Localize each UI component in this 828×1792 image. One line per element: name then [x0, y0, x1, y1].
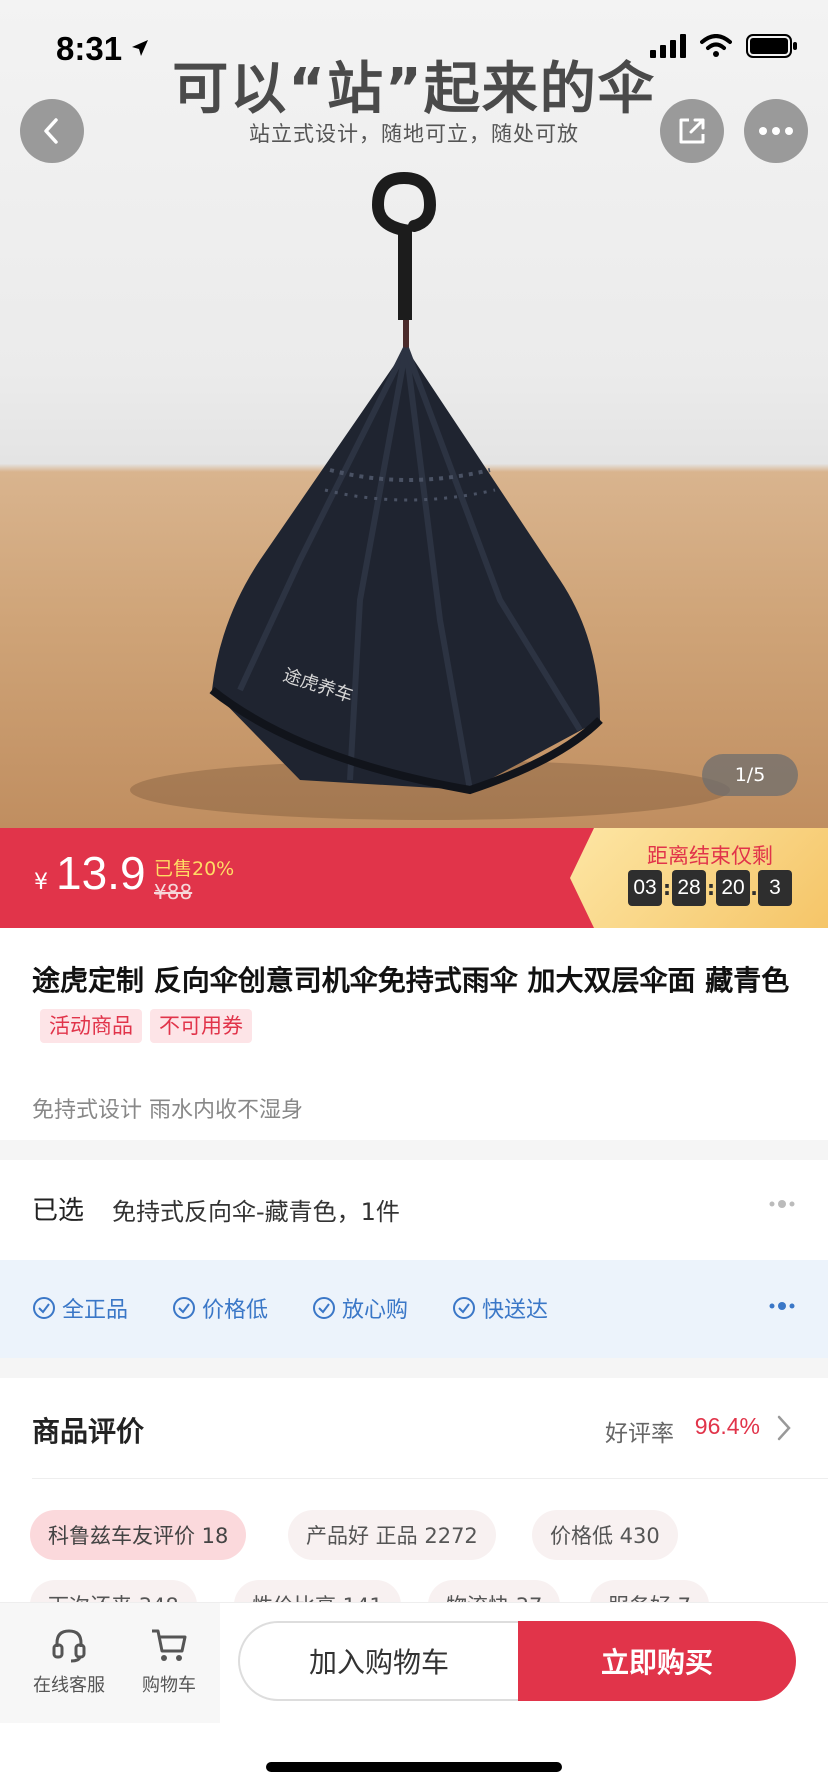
sold-percentage: 已售20%: [154, 858, 235, 880]
cart-label: 购物车: [142, 1675, 196, 1696]
cart-icon: [152, 1629, 187, 1661]
countdown-colon: :: [707, 876, 715, 900]
review-chip[interactable]: 产品好 正品 2272: [288, 1510, 496, 1560]
reviews-header[interactable]: 商品评价 好评率 96.4%: [0, 1378, 828, 1478]
guarantee-low-price: 价格低: [172, 1292, 268, 1324]
guarantee-authentic: 全正品: [32, 1292, 128, 1324]
back-button[interactable]: [20, 99, 84, 163]
countdown-seconds: 20: [716, 870, 750, 906]
countdown-minutes: 28: [672, 870, 706, 906]
product-title-text: 途虎定制 反向伞创意司机伞免持式雨伞 加大双层伞面 藏青色: [32, 964, 790, 997]
guarantee-label: 放心购: [342, 1298, 409, 1323]
image-page-indicator: 1/5: [702, 754, 798, 796]
countdown-hours: 03: [628, 870, 662, 906]
check-circle-icon: [453, 1297, 475, 1319]
more-dots-icon: [769, 1200, 795, 1208]
more-icon: [759, 127, 793, 135]
cart-button[interactable]: 购物车: [124, 1625, 214, 1697]
status-icons: [650, 34, 798, 58]
share-button[interactable]: [660, 99, 724, 163]
guarantee-label: 快送达: [482, 1298, 549, 1323]
signal-icon: [650, 34, 686, 58]
tag-promo: 活动商品: [40, 1009, 142, 1043]
selected-value: 免持式反向伞-藏青色，1件: [112, 1198, 400, 1226]
guarantee-row[interactable]: 全正品 价格低 放心购 快送达: [0, 1260, 828, 1358]
more-dots-icon: [769, 1302, 795, 1310]
positive-rate-label: 好评率: [605, 1421, 674, 1447]
product-title-block: 途虎定制 反向伞创意司机伞免持式雨伞 加大双层伞面 藏青色活动商品 不可用券: [32, 958, 802, 1050]
guarantee-assured: 放心购: [312, 1292, 408, 1324]
check-circle-icon: [313, 1297, 335, 1319]
selected-spec-row[interactable]: 已选 免持式反向伞-藏青色，1件: [0, 1160, 828, 1258]
guarantee-label: 全正品: [62, 1298, 129, 1323]
section-divider: [0, 1140, 828, 1160]
check-circle-icon: [173, 1297, 195, 1319]
product-subtitle: 免持式设计 雨水内收不湿身: [32, 1098, 303, 1123]
check-circle-icon: [33, 1297, 55, 1319]
guarantee-fast-delivery: 快送达: [452, 1292, 548, 1324]
customer-service-button[interactable]: 在线客服: [24, 1625, 114, 1697]
countdown-label: 距离结束仅剩: [647, 844, 773, 868]
status-time: 8:31: [56, 30, 123, 67]
countdown-dot: .: [750, 876, 758, 900]
price-bar: ¥ 13.9 已售20% ¥88 距离结束仅剩 03 : 28 : 20 . 3: [0, 828, 828, 928]
location-arrow-icon: [132, 40, 148, 56]
reviews-title: 商品评价: [32, 1415, 145, 1448]
guarantee-label: 价格低: [202, 1298, 269, 1323]
countdown-tenths: 3: [758, 870, 792, 906]
add-to-cart-button[interactable]: 加入购物车: [238, 1621, 518, 1701]
price-currency: ¥: [34, 870, 48, 895]
home-indicator: [266, 1762, 562, 1772]
positive-rate-value: 96.4%: [694, 1413, 760, 1439]
review-chip[interactable]: 科鲁兹车友评价 18: [30, 1510, 247, 1560]
section-divider: [0, 1358, 828, 1378]
divider: [32, 1478, 828, 1479]
countdown-panel: 距离结束仅剩 03 : 28 : 20 . 3: [570, 828, 828, 928]
product-title: 途虎定制 反向伞创意司机伞免持式雨伞 加大双层伞面 藏青色活动商品 不可用券: [32, 958, 802, 1050]
back-arrow-icon: [44, 118, 58, 144]
share-icon: [679, 118, 705, 144]
countdown-timer: 03 : 28 : 20 . 3: [628, 870, 792, 906]
customer-service-label: 在线客服: [33, 1675, 105, 1696]
price-value: 13.9: [56, 847, 146, 899]
tag-no-coupon: 不可用券: [150, 1009, 252, 1043]
more-button[interactable]: [744, 99, 808, 163]
chevron-right-icon: [777, 1415, 791, 1441]
headset-icon: [52, 1629, 86, 1663]
review-chip[interactable]: 价格低 430: [532, 1510, 678, 1560]
buy-now-button[interactable]: 立即购买: [518, 1621, 796, 1701]
selected-label: 已选: [32, 1196, 85, 1226]
battery-icon: [746, 34, 797, 58]
countdown-colon: :: [663, 876, 671, 900]
wifi-icon: [700, 34, 732, 57]
original-price: ¥88: [154, 880, 193, 904]
